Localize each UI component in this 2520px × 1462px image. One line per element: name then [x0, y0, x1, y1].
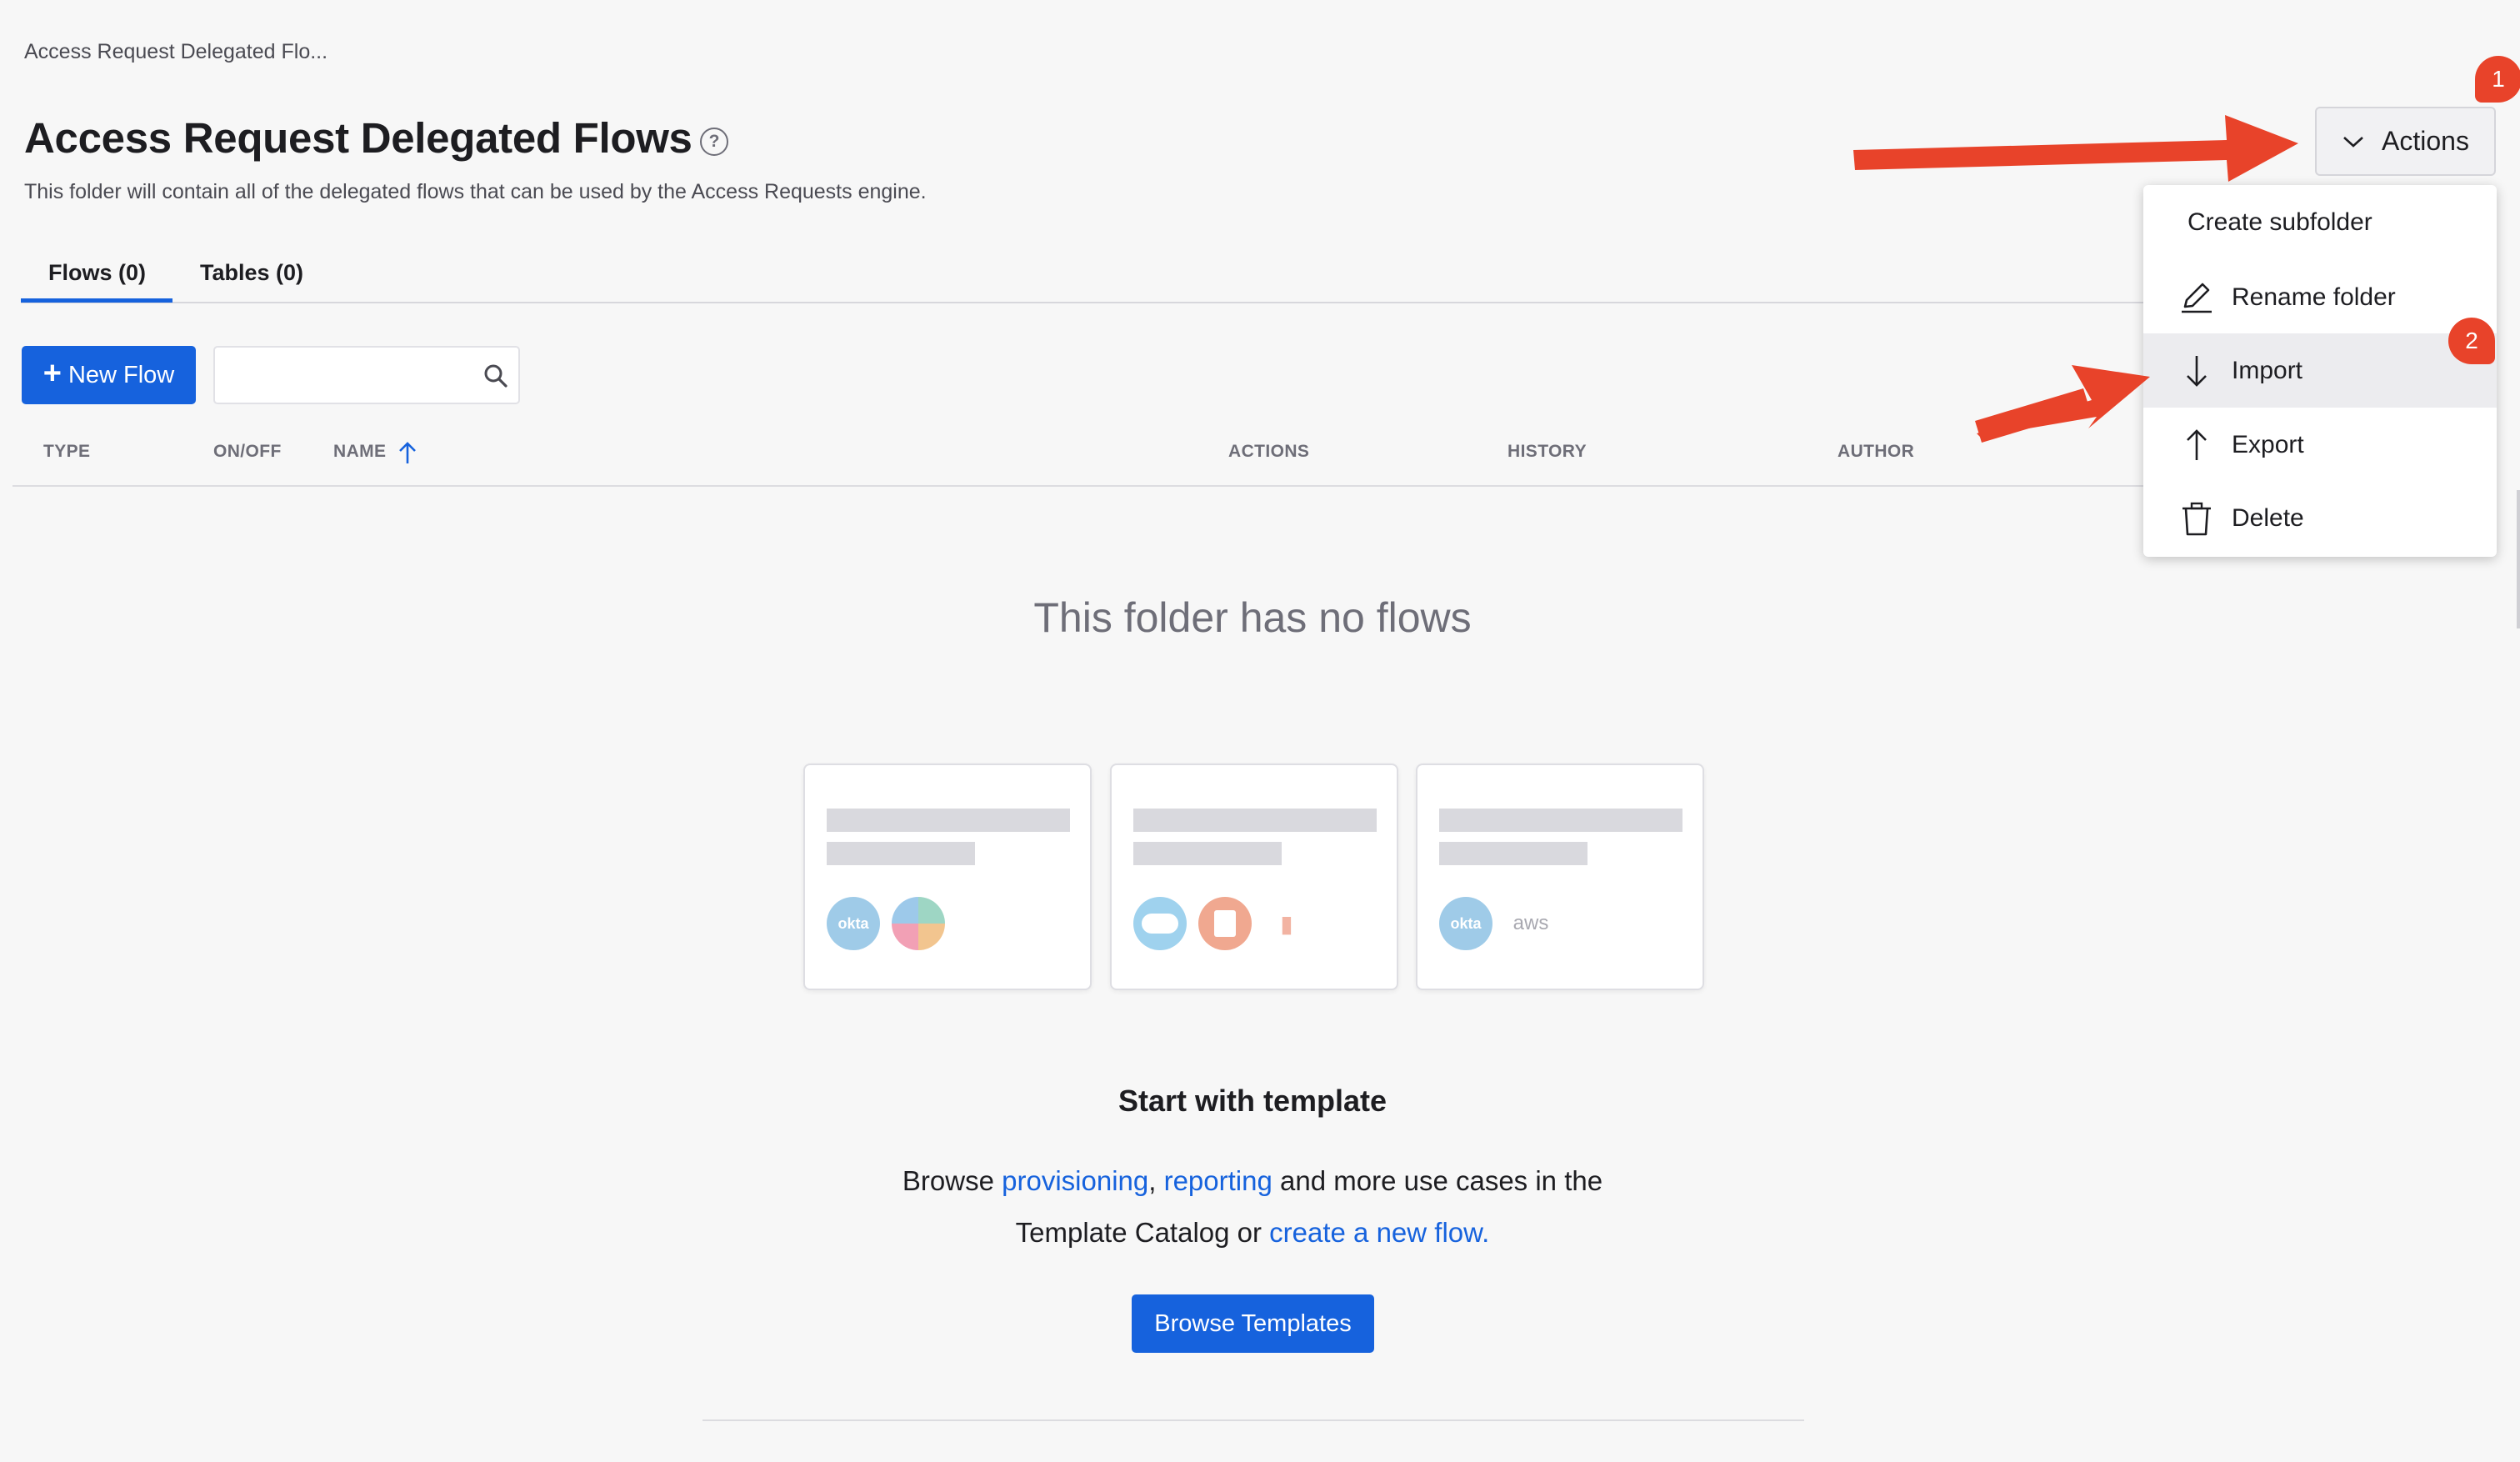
slack-logo-icon [892, 897, 945, 950]
trash-icon [2182, 502, 2211, 535]
menu-item-export[interactable]: Export [2143, 408, 2497, 482]
column-header-on-off[interactable]: ON/OFF [213, 442, 282, 462]
help-icon[interactable]: ? [700, 128, 728, 156]
column-header-history: HISTORY [1508, 442, 1587, 461]
callout-arrow-2 [1977, 365, 2150, 437]
callout-arrow-2-body [1975, 388, 2090, 443]
scrollbar[interactable] [2517, 490, 2520, 628]
template-card-placeholder: okta [803, 764, 1092, 990]
okta-logo-icon: okta [1439, 897, 1492, 950]
new-flow-button[interactable]: + New Flow [22, 346, 196, 404]
search-icon[interactable] [483, 363, 508, 388]
footer-divider [702, 1419, 1804, 1421]
aws-logo-icon: aws [1512, 912, 1549, 934]
active-tab-indicator [21, 298, 172, 303]
reporting-link[interactable]: reporting [1164, 1165, 1272, 1196]
page-title: Access Request Delegated Flows [24, 114, 692, 162]
okta-logo-icon: okta [827, 897, 880, 950]
template-card-placeholder: okta aws [1416, 764, 1704, 990]
chevron-down-icon [2343, 136, 2363, 148]
provisioning-link[interactable]: provisioning [1002, 1165, 1148, 1196]
column-header-type[interactable]: TYPE [43, 442, 90, 462]
plus-icon: + [42, 356, 62, 391]
tab-tables[interactable]: Tables (0) [200, 260, 303, 286]
column-header-name[interactable]: NAME [333, 442, 386, 462]
actions-menu: Create subfolder Rename folder Import Ex… [2143, 185, 2497, 557]
sort-ascending-icon[interactable] [397, 440, 418, 465]
menu-item-create-subfolder[interactable]: Create subfolder [2143, 185, 2497, 259]
menu-item-delete[interactable]: Delete [2143, 481, 2497, 555]
tabs-divider [21, 302, 2221, 303]
browse-templates-button[interactable]: Browse Templates [1132, 1294, 1374, 1353]
template-heading: Start with template [1118, 1084, 1388, 1118]
column-header-author[interactable]: AUTHOR [1838, 442, 1914, 462]
create-new-flow-link[interactable]: create a new flow. [1269, 1217, 1489, 1248]
search-input[interactable] [213, 346, 520, 404]
template-description-line-2: Template Catalog or create a new flow. [1015, 1217, 1490, 1248]
menu-item-import[interactable]: Import [2143, 333, 2497, 408]
actions-label: Actions [2382, 126, 2469, 156]
template-description-line-1: Browse provisioning, reporting and more … [902, 1165, 1603, 1196]
empty-state-title: This folder has no flows [1033, 594, 1472, 641]
page-subtitle: This folder will contain all of the dele… [24, 180, 927, 203]
breadcrumb[interactable]: Access Request Delegated Flo... [24, 40, 328, 64]
actions-dropdown-button[interactable]: Actions [2315, 107, 2496, 176]
template-card-placeholder: ▮ [1110, 764, 1398, 990]
pencil-icon [2182, 283, 2212, 313]
office-365-logo-icon [1198, 897, 1252, 950]
menu-item-rename-folder[interactable]: Rename folder [2143, 260, 2497, 334]
column-header-actions: ACTIONS [1228, 442, 1310, 461]
new-flow-label: New Flow [68, 361, 175, 388]
callout-badge-2: 2 [2448, 318, 2495, 364]
tab-flows[interactable]: Flows (0) [48, 260, 146, 286]
callout-arrow-1 [1853, 115, 2298, 182]
salesforce-logo-icon [1133, 897, 1187, 950]
table-header-divider [12, 485, 2212, 487]
arrow-down-icon [2187, 355, 2207, 387]
callout-badge-1: 1 [2475, 56, 2520, 103]
arrow-up-icon [2187, 428, 2207, 460]
office-365-wordmark-icon: ▮ [1280, 910, 1293, 937]
